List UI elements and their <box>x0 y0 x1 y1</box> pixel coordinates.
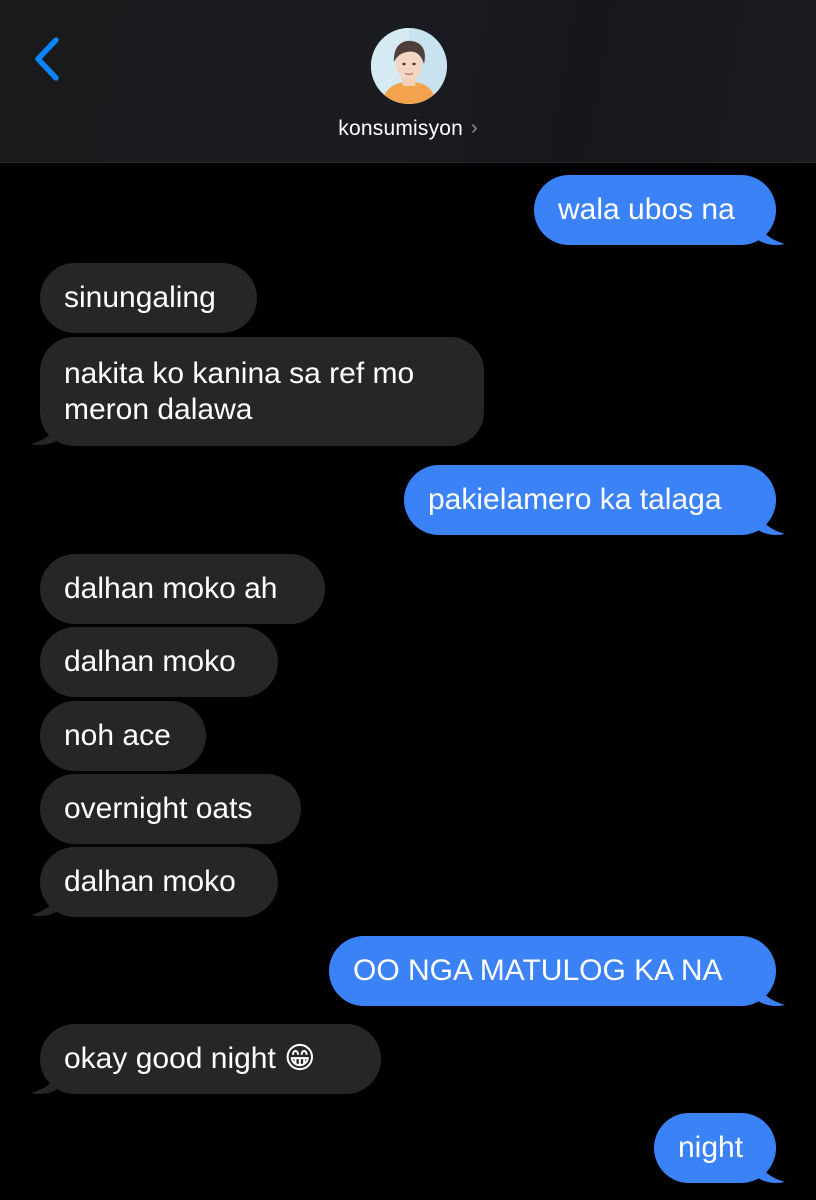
message-text: sinungaling <box>64 281 216 314</box>
message-text: okay good night 😁 <box>64 1042 316 1075</box>
message-text: overnight oats <box>64 792 253 825</box>
bubble-tail <box>758 222 785 245</box>
conversation-header: konsumisyon › <box>0 0 816 163</box>
message-text: noh ace <box>64 719 171 752</box>
bubble-tail <box>758 983 785 1006</box>
message-text: dalhan moko <box>64 645 236 678</box>
message-bubble-sent[interactable]: wala ubos na <box>534 175 776 245</box>
message-text: pakielamero ka talaga <box>428 483 722 516</box>
message-bubble-received[interactable]: noh ace <box>40 701 206 771</box>
message-text: wala ubos na <box>558 193 735 226</box>
message-bubble-received[interactable]: okay good night 😁 <box>40 1024 381 1094</box>
message-text: dalhan moko ah <box>64 572 278 605</box>
message-bubble-received[interactable]: dalhan moko <box>40 627 278 697</box>
bubble-tail <box>31 1071 58 1094</box>
chevron-right-icon: › <box>471 116 478 139</box>
message-text: dalhan moko <box>64 865 236 898</box>
chevron-left-icon <box>35 37 59 81</box>
contact-name: konsumisyon <box>338 117 464 140</box>
message-bubble-received[interactable]: overnight oats <box>40 774 301 844</box>
back-button[interactable] <box>22 32 70 88</box>
message-text: OO NGA MATULOG KA NA <box>353 954 723 987</box>
bubble-tail <box>758 512 785 535</box>
message-text: night <box>678 1131 744 1164</box>
message-bubble-received[interactable]: dalhan moko ah <box>40 554 325 624</box>
message-bubble-received[interactable]: sinungaling <box>40 263 257 333</box>
bubble-tail <box>758 1160 785 1183</box>
message-bubble-received[interactable]: dalhan moko <box>40 847 278 917</box>
message-bubble-received[interactable]: nakita ko kanina sa ref mo meron dalawa <box>40 337 484 446</box>
message-text-line: meron dalawa <box>64 392 253 426</box>
message-text-line: nakita ko kanina sa ref mo <box>64 356 415 390</box>
message-bubble-sent[interactable]: pakielamero ka talaga <box>404 465 776 535</box>
message-bubble-sent[interactable]: OO NGA MATULOG KA NA <box>329 936 776 1006</box>
bubble-tail <box>31 422 58 445</box>
avatar[interactable] <box>371 28 447 104</box>
bubble-tail <box>31 893 58 916</box>
contact-name-button[interactable]: konsumisyon › <box>0 114 816 144</box>
